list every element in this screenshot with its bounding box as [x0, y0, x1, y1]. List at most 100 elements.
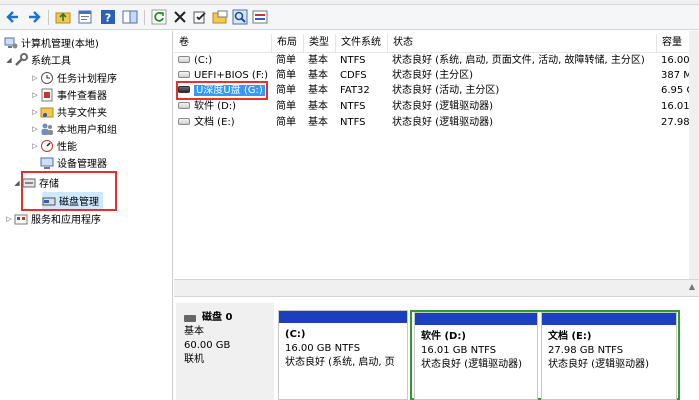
volume-name: UEFI+BIOS (F:): [194, 70, 269, 81]
clock-icon: [40, 71, 54, 85]
tree-item-services-apps[interactable]: ▷ 服务和应用程序: [4, 210, 101, 227]
tree-label: 任务计划程序: [57, 74, 117, 85]
usb-volume-highlight-box: [176, 81, 268, 100]
partition-title: 文档 (E:): [548, 331, 592, 342]
volume-layout: 简单: [276, 117, 296, 128]
partition-status: 状态良好 (逻辑驱动器): [421, 359, 522, 370]
pane-splitter[interactable]: ▲: [174, 279, 699, 297]
partition-bar: [279, 311, 407, 324]
expand-arrow-icon[interactable]: ▷: [30, 108, 40, 116]
volume-row[interactable]: 文档 (E:) 简单 基本 NTFS 状态良好 (逻辑驱动器) 27.98: [174, 115, 699, 130]
disk-size: 60.00 GB: [184, 340, 231, 351]
volume-status: 状态良好 (系统, 启动, 页面文件, 活动, 故障转储, 主分区): [392, 55, 645, 66]
tree-item-task-scheduler[interactable]: ▷ 任务计划程序: [30, 69, 117, 86]
partition-size: 27.98 GB NTFS: [548, 345, 624, 356]
volume-filesystem: CDFS: [340, 70, 367, 81]
volume-type: 基本: [308, 101, 328, 112]
disk-icon: [184, 314, 196, 322]
column-header-status[interactable]: 状态: [388, 34, 657, 52]
check-icon[interactable]: [191, 8, 209, 26]
tree-label: 共享文件夹: [57, 108, 107, 119]
volume-status: 状态良好 (逻辑驱动器): [392, 117, 493, 128]
drive-icon: [178, 55, 190, 63]
folder-options-icon[interactable]: [211, 8, 229, 26]
tree-item-event-viewer[interactable]: ▷ 事件查看器: [30, 86, 107, 103]
disk-info[interactable]: 磁盘 0 基本 60.00 GB 联机: [176, 303, 274, 400]
volume-layout: 简单: [276, 85, 296, 96]
help-icon[interactable]: ?: [99, 8, 117, 26]
volume-name: 文档 (E:): [194, 117, 235, 128]
volume-status: 状态良好 (活动, 主分区): [392, 85, 500, 96]
collapse-arrow-icon[interactable]: ◢: [12, 179, 22, 187]
expand-arrow-icon[interactable]: ▷: [30, 142, 40, 150]
expand-arrow-icon[interactable]: ▷: [30, 91, 40, 99]
tree-label: 存储: [39, 179, 59, 190]
volume-row[interactable]: 软件 (D:) 简单 基本 NTFS 状态良好 (逻辑驱动器) 16.01: [174, 99, 699, 114]
drive-icon: [178, 117, 190, 125]
partition-status: 状态良好 (系统, 启动, 页: [285, 357, 395, 368]
column-header-layout[interactable]: 布局: [272, 34, 304, 52]
volume-filesystem: NTFS: [340, 117, 366, 128]
partition-c[interactable]: (C:) 16.00 GB NTFS 状态良好 (系统, 启动, 页: [278, 310, 408, 400]
partition-status: 状态良好 (逻辑驱动器): [548, 359, 649, 370]
shared-folder-icon: [40, 105, 54, 119]
performance-icon: [40, 139, 54, 153]
delete-icon[interactable]: [171, 8, 189, 26]
collapse-arrow-icon[interactable]: ◢: [4, 56, 14, 64]
scroll-up-arrow-icon[interactable]: ▲: [689, 282, 695, 291]
partition-d[interactable]: 软件 (D:) 16.01 GB NTFS 状态良好 (逻辑驱动器): [414, 312, 538, 400]
tree-item-performance[interactable]: ▷ 性能: [30, 137, 77, 154]
partition-e[interactable]: 文档 (E:) 27.98 GB NTFS 状态良好 (逻辑驱动器): [541, 312, 677, 400]
volume-list-header: 卷 布局 类型 文件系统 状态 容量: [174, 34, 699, 53]
back-arrow-icon[interactable]: [4, 8, 22, 26]
svg-text:?: ?: [105, 12, 111, 25]
storage-icon: [22, 176, 36, 190]
expand-arrow-icon[interactable]: ▷: [30, 125, 40, 133]
column-header-volume[interactable]: 卷: [174, 34, 272, 52]
users-icon: [40, 122, 54, 136]
show-hide-icon[interactable]: [121, 8, 139, 26]
disk-management-icon: [42, 194, 56, 208]
volume-status: 状态良好 (逻辑驱动器): [392, 101, 493, 112]
refresh-icon[interactable]: [150, 8, 168, 26]
volume-row[interactable]: (C:) 简单 基本 NTFS 状态良好 (系统, 启动, 页面文件, 活动, …: [174, 53, 699, 68]
column-header-filesystem[interactable]: 文件系统: [336, 34, 388, 52]
tree-item-system-tools[interactable]: ◢ 系统工具: [4, 51, 71, 68]
export-icon[interactable]: [251, 8, 269, 26]
tree-label: 设备管理器: [57, 159, 107, 170]
tree-item-storage[interactable]: ◢ 存储: [12, 174, 59, 191]
volume-list-scrollbar[interactable]: [689, 31, 699, 279]
tree-item-disk-management[interactable]: 磁盘管理: [42, 192, 103, 209]
column-header-type[interactable]: 类型: [304, 34, 336, 52]
event-viewer-icon: [40, 88, 54, 102]
tree-label: 系统工具: [31, 56, 71, 67]
expand-arrow-icon[interactable]: ▷: [4, 215, 14, 223]
up-folder-icon[interactable]: [54, 8, 72, 26]
disk-state: 联机: [184, 354, 204, 365]
tree-item-shared-folders[interactable]: ▷ 共享文件夹: [30, 103, 107, 120]
tree-label: 事件查看器: [57, 91, 107, 102]
volume-type: 基本: [308, 117, 328, 128]
drive-icon: [178, 70, 190, 78]
search-icon[interactable]: [231, 8, 249, 26]
volume-status: 状态良好 (主分区): [392, 70, 473, 81]
tree-item-computer-management[interactable]: 计算机管理(本地): [4, 34, 99, 51]
forward-arrow-icon[interactable]: [25, 8, 43, 26]
tree-item-local-users[interactable]: ▷ 本地用户和组: [30, 120, 117, 137]
partition-size: 16.00 GB NTFS: [285, 343, 361, 354]
volume-type: 基本: [308, 55, 328, 66]
volume-layout: 简单: [276, 70, 296, 81]
disk-graphical-view: 磁盘 0 基本 60.00 GB 联机 (C:) 16.00 GB NTFS 状…: [174, 297, 699, 400]
partition-title: 软件 (D:): [421, 331, 466, 342]
properties-icon[interactable]: [76, 8, 94, 26]
tree-item-device-manager[interactable]: 设备管理器: [40, 154, 107, 171]
drive-icon: [178, 101, 190, 109]
tools-icon: [14, 52, 28, 67]
partition-title: (C:): [285, 329, 306, 340]
volume-filesystem: NTFS: [340, 101, 366, 112]
partition-bar: [542, 313, 676, 326]
volume-list: 卷 布局 类型 文件系统 状态 容量 (C:) 简单 基本 NTFS 状态良好 …: [174, 31, 699, 279]
volume-type: 基本: [308, 70, 328, 81]
partition-bar: [415, 313, 537, 326]
expand-arrow-icon[interactable]: ▷: [30, 74, 40, 82]
